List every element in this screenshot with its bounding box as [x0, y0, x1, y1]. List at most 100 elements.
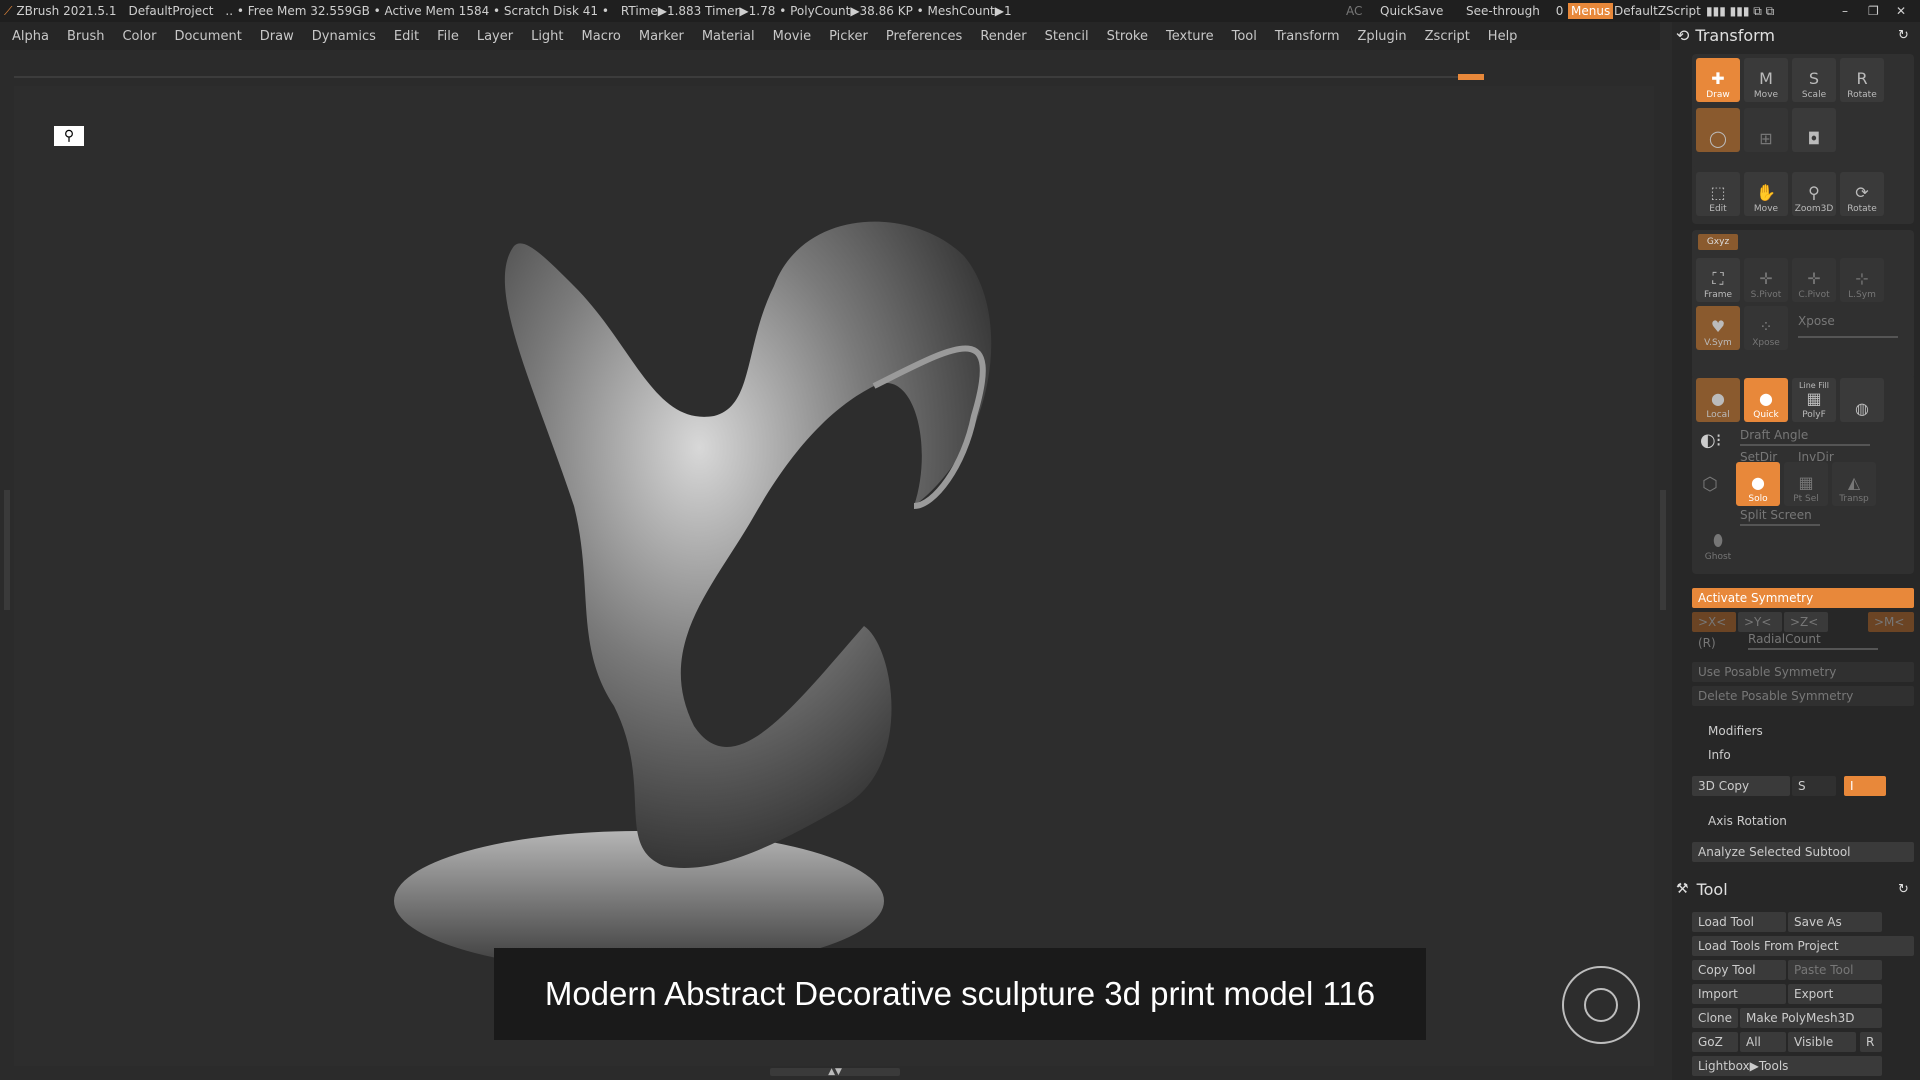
xpose-slider[interactable] [1798, 336, 1898, 338]
polyf-button[interactable]: Line Fill ▦ PolyF [1792, 378, 1836, 422]
menu-macro[interactable]: Macro [582, 29, 621, 44]
x-axis-button[interactable]: >X< [1692, 612, 1736, 632]
draft-angle-slider[interactable] [1740, 444, 1870, 446]
save-as-button[interactable]: Save As [1788, 912, 1882, 932]
pt-sel-button[interactable]: ▦ Pt Sel [1784, 462, 1828, 506]
goz-r-button[interactable]: R [1860, 1032, 1882, 1052]
menu-light[interactable]: Light [531, 29, 563, 44]
layout-icons[interactable]: ▮▮▮ ▮▮▮ ⧉ ⧉ [1706, 4, 1774, 19]
menu-transform[interactable]: Transform [1275, 29, 1340, 44]
lightbox-tools-button[interactable]: Lightbox▶Tools [1692, 1056, 1882, 1076]
goz-all-button[interactable]: All [1740, 1032, 1786, 1052]
info-subpalette[interactable]: Info [1708, 748, 1731, 762]
radial-count-slider[interactable] [1748, 648, 1878, 650]
split-screen-slider[interactable] [1740, 524, 1820, 526]
ac-label[interactable]: AC [1346, 4, 1362, 18]
xpose-button[interactable]: ⁘ Xpose [1744, 306, 1788, 350]
ghost-button[interactable]: ⬮ Ghost [1696, 520, 1740, 564]
goz-button[interactable]: GoZ [1692, 1032, 1738, 1052]
sculpture-model[interactable] [14, 86, 1654, 1066]
minimize-icon[interactable]: – [1842, 4, 1848, 18]
menu-zscript[interactable]: Zscript [1425, 29, 1470, 44]
menu-document[interactable]: Document [174, 29, 241, 44]
m-axis-button[interactable]: >M< [1868, 612, 1914, 632]
s-button[interactable]: S [1792, 776, 1836, 796]
canvas-viewport[interactable]: ⚲ [14, 86, 1654, 1066]
load-tool-button[interactable]: Load Tool [1692, 912, 1786, 932]
maximize-icon[interactable]: ❐ [1868, 4, 1879, 18]
left-tray-handle[interactable] [4, 490, 10, 610]
default-zscript-button[interactable]: DefaultZScript [1614, 4, 1701, 18]
export-button[interactable]: Export [1788, 984, 1882, 1004]
right-tray-handle[interactable] [1660, 490, 1666, 610]
menu-draw[interactable]: Draw [260, 29, 294, 44]
quick-button[interactable]: ● Quick [1744, 378, 1788, 422]
bottom-shelf-handle[interactable]: ▲▼ [770, 1068, 900, 1077]
xyz-button[interactable]: Gxyz [1698, 234, 1738, 250]
radial-r-button[interactable]: (R) [1698, 636, 1716, 650]
menu-zplugin[interactable]: Zplugin [1358, 29, 1407, 44]
move-view-button[interactable]: ✋ Move [1744, 172, 1788, 216]
analyze-selected-subtool-button[interactable]: Analyze Selected Subtool [1692, 842, 1914, 862]
contrast-icon[interactable]: ◐⁝ [1700, 430, 1721, 451]
load-tools-from-project-button[interactable]: Load Tools From Project [1692, 936, 1914, 956]
paste-tool-button[interactable]: Paste Tool [1788, 960, 1882, 980]
menu-brush[interactable]: Brush [67, 29, 105, 44]
menu-render[interactable]: Render [980, 29, 1026, 44]
reset-icon[interactable]: ↻ [1898, 28, 1909, 43]
close-icon[interactable]: ✕ [1896, 4, 1906, 18]
menu-marker[interactable]: Marker [639, 29, 684, 44]
see-through-slider[interactable]: See-through 0 [1466, 4, 1575, 18]
tool-header[interactable]: ⚒ Tool ↻ [1676, 876, 1909, 902]
modifiers-subpalette[interactable]: Modifiers [1708, 724, 1763, 738]
axis-rotation-subpalette[interactable]: Axis Rotation [1708, 814, 1787, 828]
c-pivot-button[interactable]: ✛ C.Pivot [1792, 258, 1836, 302]
transform-header[interactable]: ⟲ Transform ↻ [1676, 22, 1909, 48]
camera-button[interactable]: ◘ [1792, 108, 1836, 152]
menu-help[interactable]: Help [1488, 29, 1518, 44]
l-sym-button[interactable]: ⊹ L.Sym [1840, 258, 1884, 302]
menu-picker[interactable]: Picker [829, 29, 868, 44]
menu-texture[interactable]: Texture [1166, 29, 1214, 44]
menu-layer[interactable]: Layer [477, 29, 513, 44]
material-sphere-button[interactable]: ◍ [1840, 378, 1884, 422]
cube-icon[interactable]: ⬡ [1702, 474, 1718, 495]
transp-button[interactable]: ◭ Transp [1832, 462, 1876, 506]
draw-button[interactable]: ✚ Draw [1696, 58, 1740, 102]
edit-mesh-button[interactable]: ⊞ [1744, 108, 1788, 152]
activate-symmetry-button[interactable]: Activate Symmetry [1692, 588, 1914, 608]
menu-color[interactable]: Color [122, 29, 156, 44]
quicksave-button[interactable]: QuickSave [1380, 4, 1443, 18]
menu-edit[interactable]: Edit [394, 29, 419, 44]
menu-material[interactable]: Material [702, 29, 755, 44]
move-mode-button[interactable]: M Move [1744, 58, 1788, 102]
3d-copy-button[interactable]: 3D Copy [1692, 776, 1790, 796]
clone-button[interactable]: Clone [1692, 1008, 1738, 1028]
s-pivot-button[interactable]: ✛ S.Pivot [1744, 258, 1788, 302]
import-button[interactable]: Import [1692, 984, 1786, 1004]
zoom3d-button[interactable]: ⚲ Zoom3D [1792, 172, 1836, 216]
solo-button[interactable]: ● Solo [1736, 462, 1780, 506]
delete-posable-symmetry-button[interactable]: Delete Posable Symmetry [1692, 686, 1914, 706]
menu-movie[interactable]: Movie [773, 29, 811, 44]
menu-dynamics[interactable]: Dynamics [312, 29, 376, 44]
v-sym-button[interactable]: ♥ V.Sym [1696, 306, 1740, 350]
goz-visible-button[interactable]: Visible [1788, 1032, 1856, 1052]
i-button[interactable]: I [1844, 776, 1886, 796]
menus-button[interactable]: Menus [1568, 3, 1614, 19]
menu-stencil[interactable]: Stencil [1045, 29, 1089, 44]
menu-stroke[interactable]: Stroke [1107, 29, 1148, 44]
copy-tool-button[interactable]: Copy Tool [1692, 960, 1786, 980]
menu-alpha[interactable]: Alpha [12, 29, 49, 44]
rotate-view-button[interactable]: ⟳ Rotate [1840, 172, 1884, 216]
menu-tool[interactable]: Tool [1232, 29, 1257, 44]
edit-button[interactable]: ⬚ Edit [1696, 172, 1740, 216]
z-axis-button[interactable]: >Z< [1784, 612, 1828, 632]
scale-mode-button[interactable]: S Scale [1792, 58, 1836, 102]
navigation-circle[interactable] [1562, 966, 1640, 1044]
frame-button[interactable]: ⛶ Frame [1696, 258, 1740, 302]
menu-preferences[interactable]: Preferences [886, 29, 962, 44]
y-axis-button[interactable]: >Y< [1738, 612, 1782, 632]
use-posable-symmetry-button[interactable]: Use Posable Symmetry [1692, 662, 1914, 682]
menu-file[interactable]: File [437, 29, 459, 44]
